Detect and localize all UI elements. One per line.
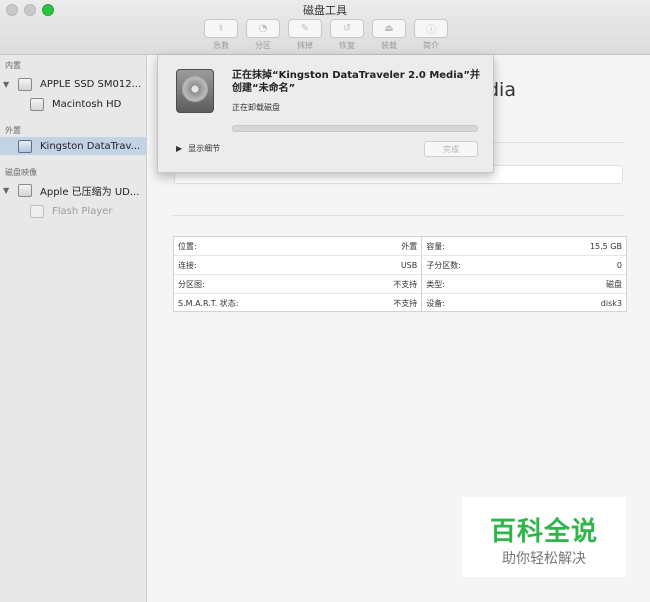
capacity-key: 容量: bbox=[421, 237, 528, 256]
volume-icon bbox=[30, 97, 44, 111]
child-count-key: 子分区数: bbox=[421, 255, 528, 275]
table-row: S.M.A.R.T. 状态: 不支持 设备: disk3 bbox=[174, 293, 626, 312]
child-count-value: 0 bbox=[527, 255, 626, 275]
erase-status: 正在卸载磁盘 bbox=[232, 103, 280, 112]
table-row: 位置: 外置 容量: 15.5 GB bbox=[174, 237, 626, 256]
device-key: 设备: bbox=[426, 298, 445, 308]
watermark-subtitle: 助你轻松解决 bbox=[502, 551, 586, 567]
restore-button[interactable]: ↺ 恢复 bbox=[330, 19, 364, 51]
table-row: 连接: USB 子分区数: 0 bbox=[174, 255, 626, 275]
volume-icon bbox=[30, 204, 44, 218]
sidebar: 内置 ▼ APPLE SSD SM012... Macintosh HD 外置 … bbox=[0, 55, 147, 602]
first-aid-label: 急救 bbox=[213, 41, 229, 50]
sidebar-item-label: Kingston DataTrav... bbox=[40, 140, 141, 152]
section-internal: 内置 bbox=[5, 61, 21, 70]
sidebar-item-apple-image[interactable]: ▼ Apple 已压缩为 UD... bbox=[0, 181, 146, 199]
show-details-label: 显示细节 bbox=[188, 144, 221, 153]
hard-drive-icon bbox=[176, 69, 214, 113]
watermark-title: 百科全说 bbox=[489, 517, 598, 547]
mount-icon: ⏏ bbox=[384, 23, 394, 34]
show-details-toggle[interactable]: ▶ 显示细节 bbox=[176, 143, 220, 154]
erase-message: 正在抹掉“Kingston DataTraveler 2.0 Media”并创建… bbox=[232, 70, 480, 94]
mount-label: 装载 bbox=[381, 41, 397, 50]
device-value: disk3 bbox=[600, 298, 622, 308]
smart-status-value: 不支持 bbox=[342, 293, 423, 312]
partition-icon: ◔ bbox=[258, 23, 268, 34]
sidebar-item-label: Flash Player bbox=[52, 205, 113, 217]
erase-label: 抹掉 bbox=[297, 41, 313, 50]
sidebar-item-label: APPLE SSD SM012... bbox=[40, 78, 142, 90]
capacity-value: 15.5 GB bbox=[527, 237, 626, 256]
disclosure-triangle-icon: ▶ bbox=[176, 144, 183, 153]
info-table: 位置: 外置 容量: 15.5 GB 连接: USB 子分区数: 0 分区图: … bbox=[173, 236, 627, 312]
type-key: 类型: bbox=[421, 274, 528, 294]
toolbar: ⚕ 急救 ◔ 分区 ✎ 抹掉 ↺ 恢复 ⏏ 装载 ⓘ 简介 bbox=[204, 19, 448, 51]
progress-bar bbox=[232, 125, 478, 132]
disclosure-triangle-icon[interactable]: ▼ bbox=[3, 186, 9, 195]
smart-status-key: S.M.A.R.T. 状态: bbox=[178, 298, 239, 308]
partition-map-value: 不支持 bbox=[342, 274, 423, 294]
type-value: 磁盘 bbox=[527, 274, 626, 294]
watermark: 百科全说 助你轻松解决 bbox=[462, 497, 626, 577]
mount-button[interactable]: ⏏ 装载 bbox=[372, 19, 406, 51]
erase-progress-sheet: 正在抹掉“Kingston DataTraveler 2.0 Media”并创建… bbox=[157, 55, 494, 173]
restore-icon: ↺ bbox=[342, 23, 352, 34]
done-button[interactable]: 完成 bbox=[424, 141, 478, 157]
divider bbox=[172, 215, 625, 216]
partition-button[interactable]: ◔ 分区 bbox=[246, 19, 280, 51]
info-button[interactable]: ⓘ 简介 bbox=[414, 19, 448, 51]
section-external: 外置 bbox=[5, 126, 21, 135]
first-aid-button[interactable]: ⚕ 急救 bbox=[204, 19, 238, 51]
erase-button[interactable]: ✎ 抹掉 bbox=[288, 19, 322, 51]
partition-map-key: 分区图: bbox=[174, 274, 343, 294]
table-row: 分区图: 不支持 类型: 磁盘 bbox=[174, 274, 626, 294]
disk-image-icon bbox=[18, 183, 32, 197]
window-title: 磁盘工具 bbox=[303, 4, 347, 17]
erase-icon: ✎ bbox=[300, 23, 310, 34]
info-icon: ⓘ bbox=[426, 25, 436, 36]
sidebar-item-apple-ssd[interactable]: ▼ APPLE SSD SM012... bbox=[0, 75, 146, 93]
sidebar-item-flash-player[interactable]: Flash Player bbox=[0, 202, 146, 220]
section-disk-images: 磁盘映像 bbox=[5, 168, 37, 177]
title-bar: 磁盘工具 ⚕ 急救 ◔ 分区 ✎ 抹掉 ↺ 恢复 ⏏ 装载 ⓘ 简介 bbox=[0, 0, 650, 55]
sidebar-item-label: Macintosh HD bbox=[52, 98, 122, 110]
partition-label: 分区 bbox=[255, 41, 271, 50]
sidebar-item-label: Apple 已压缩为 UD... bbox=[40, 186, 140, 198]
disclosure-triangle-icon[interactable]: ▼ bbox=[3, 80, 9, 89]
stethoscope-icon: ⚕ bbox=[218, 23, 224, 34]
internal-disk-icon bbox=[18, 77, 32, 91]
connection-value: USB bbox=[342, 255, 423, 275]
location-value: 外置 bbox=[342, 237, 423, 256]
info-label: 简介 bbox=[423, 41, 439, 50]
sidebar-item-macintosh-hd[interactable]: Macintosh HD bbox=[0, 95, 146, 113]
sidebar-item-kingston[interactable]: Kingston DataTrav... bbox=[0, 137, 146, 155]
restore-label: 恢复 bbox=[339, 41, 355, 50]
connection-key: 连接: bbox=[174, 255, 343, 275]
location-key: 位置: bbox=[174, 237, 343, 256]
external-disk-icon bbox=[18, 139, 32, 153]
